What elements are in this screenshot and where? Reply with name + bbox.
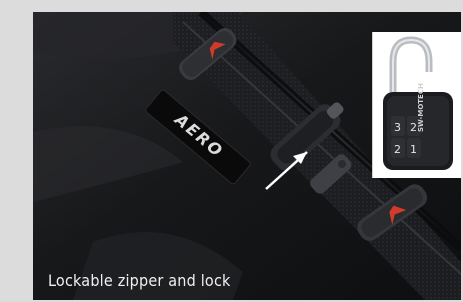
svg-text:2: 2 xyxy=(410,121,417,134)
svg-text:1: 1 xyxy=(410,143,417,156)
caption: Lockable zipper and lock xyxy=(48,271,231,290)
padlock-photo: 3 2 2 1 SW-MOTECH xyxy=(372,32,461,178)
svg-text:3: 3 xyxy=(394,121,401,134)
image-frame: AERO 3 2 2 1 SW-MOTECH Lockable zipper a… xyxy=(0,0,463,302)
svg-text:2: 2 xyxy=(394,143,401,156)
lock-brand-text: SW-MOTECH xyxy=(417,83,425,132)
